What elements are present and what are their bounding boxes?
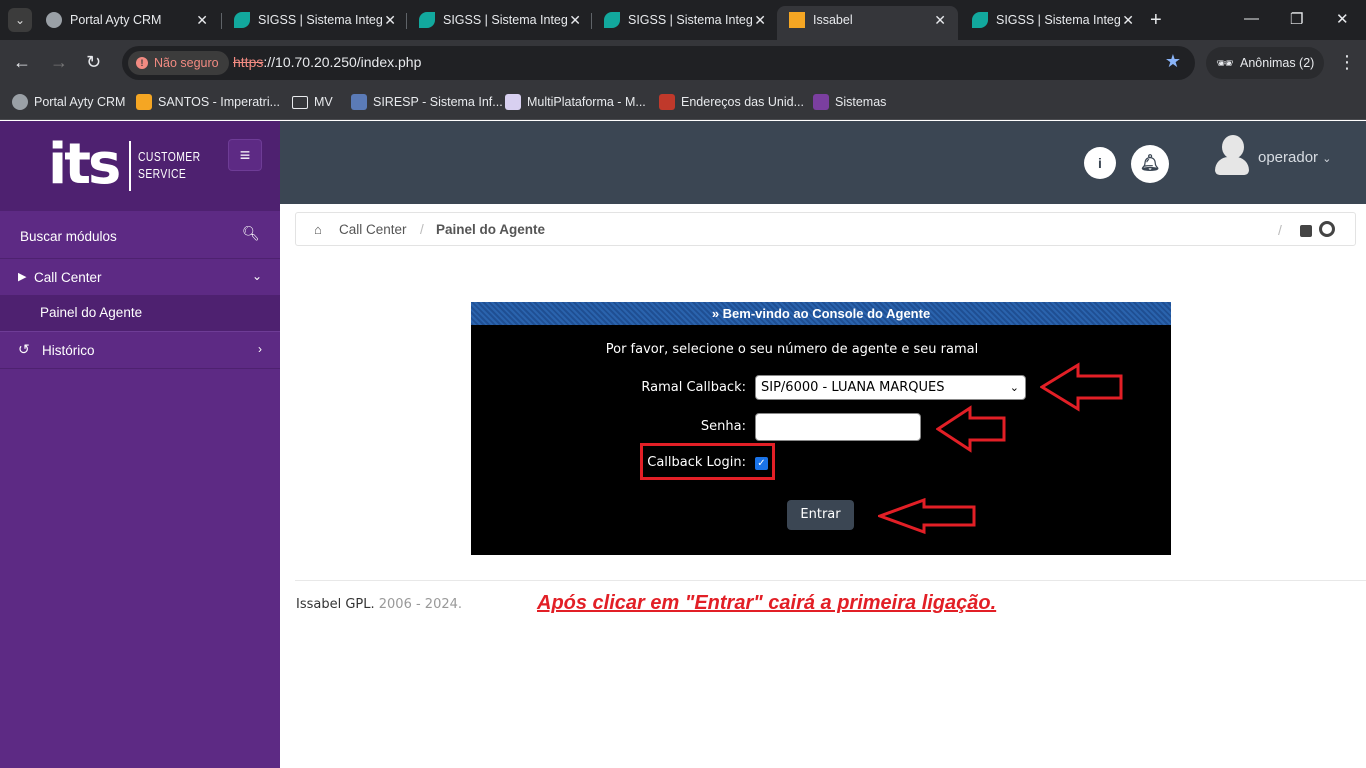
callback-highlight-box — [640, 443, 775, 480]
browser-toolbar: ← → ↻ ! Não seguro https://10.70.20.250/… — [0, 40, 1366, 86]
chevron-down-icon: ⌄ — [1009, 381, 1019, 394]
bookmarks-bar: Portal Ayty CRM SANTOS - Imperatri... MV… — [0, 86, 1366, 120]
sigss-icon — [972, 12, 988, 28]
breadcrumb: ⌂ Call Center / Painel do Agente / — [295, 212, 1356, 246]
info-icon[interactable]: i — [1084, 147, 1116, 179]
arrow-left-icon — [1040, 362, 1123, 412]
tab-sigss-3[interactable]: SIGSS | Sistema Integrado ✕ — [592, 6, 778, 40]
warning-icon: ! — [136, 57, 148, 69]
entrar-button[interactable]: Entrar — [787, 500, 854, 530]
instruction-annotation: Após clicar em "Entrar" cairá a primeira… — [537, 592, 997, 614]
app-header: i 🔔︎ operador ⌄ — [280, 121, 1366, 204]
bell-icon[interactable]: 🔔︎ — [1131, 145, 1169, 183]
menu-toggle-icon[interactable]: ≡ — [228, 139, 262, 171]
breadcrumb-call-center[interactable]: Call Center — [339, 222, 407, 237]
footer-divider — [295, 580, 1366, 581]
logo-divider — [129, 141, 131, 191]
enderecos-icon — [659, 94, 675, 110]
minimize-button[interactable]: — — [1244, 10, 1259, 27]
browser-menu-icon[interactable]: ⋮ — [1338, 52, 1356, 73]
arrow-left-icon — [878, 498, 976, 535]
incognito-icon: 🕶 — [1216, 55, 1234, 71]
tab-issabel[interactable]: Issabel ✕ — [777, 6, 958, 40]
close-tab-icon[interactable]: ✕ — [569, 6, 581, 34]
close-tab-icon[interactable]: ✕ — [754, 6, 766, 34]
tab-strip: ⌄ Portal Ayty CRM ✕ SIGSS | Sistema Inte… — [0, 0, 1366, 40]
globe-icon — [46, 12, 62, 28]
bookmark-siresp[interactable]: SIRESP - Sistema Inf... — [351, 93, 503, 111]
logo[interactable]: its CUSTOMER SERVICE ≡ — [0, 121, 280, 211]
multiplataforma-icon — [505, 94, 521, 110]
console-instruction: Por favor, selecione o seu número de age… — [605, 342, 979, 357]
caret-right-icon: ▶ — [18, 271, 27, 283]
sidebar-item-painel-do-agente[interactable]: Painel do Agente — [0, 295, 280, 331]
ramal-label: Ramal Callback: — [641, 380, 746, 395]
search-icon[interactable]: 🔍︎ — [242, 225, 260, 242]
forward-button[interactable]: → — [50, 52, 68, 73]
sigss-icon — [234, 12, 250, 28]
globe-icon — [12, 94, 28, 110]
sidebar: its CUSTOMER SERVICE ≡ Buscar módulos 🔍︎ … — [0, 121, 280, 768]
url-text[interactable]: https://10.70.20.250/index.php — [233, 54, 421, 70]
its-icon — [813, 94, 829, 110]
close-window-button[interactable]: ✕ — [1336, 10, 1349, 28]
senha-field[interactable] — [755, 413, 921, 441]
tab-sigss-2[interactable]: SIGSS | Sistema Integrado ✕ — [407, 6, 593, 40]
senha-label: Senha: — [700, 419, 746, 434]
module-search-label: Buscar módulos — [20, 229, 117, 244]
user-menu[interactable]: operador ⌄ — [1258, 149, 1331, 166]
new-tab-button[interactable]: + — [1150, 8, 1162, 32]
restore-button[interactable]: ❐ — [1290, 10, 1303, 28]
security-chip[interactable]: ! Não seguro — [128, 51, 229, 75]
incognito-button[interactable]: 🕶 Anônimas (2) — [1206, 47, 1324, 79]
bookmark-star-icon[interactable]: ★ — [1165, 51, 1181, 72]
sidebar-item-call-center[interactable]: ▶ Call Center ⌄ — [0, 259, 280, 297]
bookmark-portal-ayty[interactable]: Portal Ayty CRM — [12, 93, 125, 111]
sigss-icon — [419, 12, 435, 28]
folder-icon — [292, 96, 308, 109]
history-icon: ↺ — [18, 341, 30, 357]
siresp-icon — [351, 94, 367, 110]
sigss-icon — [604, 12, 620, 28]
arrow-left-icon — [936, 405, 1006, 453]
close-tab-icon[interactable]: ✕ — [934, 6, 946, 34]
bookmark-enderecos[interactable]: Endereços das Unid... — [659, 93, 804, 111]
agent-console-panel: » Bem-vindo ao Console do Agente Por fav… — [471, 302, 1171, 555]
avatar[interactable] — [1215, 135, 1249, 177]
tab-portal-ayty[interactable]: Portal Ayty CRM ✕ — [34, 6, 220, 40]
footer: Issabel GPL. 2006 - 2024. — [296, 597, 463, 612]
close-tab-icon[interactable]: ✕ — [1122, 6, 1134, 34]
bookmark-santos[interactable]: SANTOS - Imperatri... — [136, 93, 280, 111]
logo-its-text: its — [48, 132, 121, 197]
back-button[interactable]: ← — [13, 52, 31, 73]
logo-subtitle: CUSTOMER SERVICE — [138, 149, 201, 181]
tab-search-button[interactable]: ⌄ — [8, 8, 32, 32]
help-lifebuoy-icon[interactable] — [1319, 221, 1335, 237]
chevron-down-icon: ⌄ — [251, 269, 262, 283]
bookmark-sistemas[interactable]: Sistemas — [813, 93, 886, 111]
home-icon[interactable]: ⌂ — [314, 222, 322, 237]
close-tab-icon[interactable]: ✕ — [384, 6, 396, 34]
tab-sigss-4[interactable]: SIGSS | Sistema Integrado ✕ — [960, 6, 1146, 40]
tab-sigss-1[interactable]: SIGSS | Sistema Integrado ✕ — [222, 6, 408, 40]
breadcrumb-painel-do-agente: Painel do Agente — [436, 222, 546, 237]
reload-button[interactable]: ↻ — [86, 52, 101, 73]
sticky-note-icon[interactable] — [1300, 225, 1312, 237]
ramal-callback-select[interactable]: SIP/6000 - LUANA MARQUES ⌄ — [755, 375, 1026, 400]
santos-icon — [136, 94, 152, 110]
bookmark-folder-mv[interactable]: MV — [292, 93, 333, 111]
chevron-right-icon: › — [258, 342, 262, 356]
chevron-down-icon: ⌄ — [1322, 153, 1332, 165]
bookmark-multiplataforma[interactable]: MultiPlataforma - M... — [505, 93, 646, 111]
issabel-icon — [789, 12, 805, 28]
console-title: » Bem-vindo ao Console do Agente — [471, 302, 1171, 325]
module-search[interactable]: Buscar módulos 🔍︎ — [0, 211, 280, 259]
sidebar-item-historico[interactable]: ↺ Histórico › — [0, 331, 280, 369]
address-bar[interactable]: ! Não seguro https://10.70.20.250/index.… — [122, 46, 1195, 80]
close-tab-icon[interactable]: ✕ — [196, 6, 208, 34]
